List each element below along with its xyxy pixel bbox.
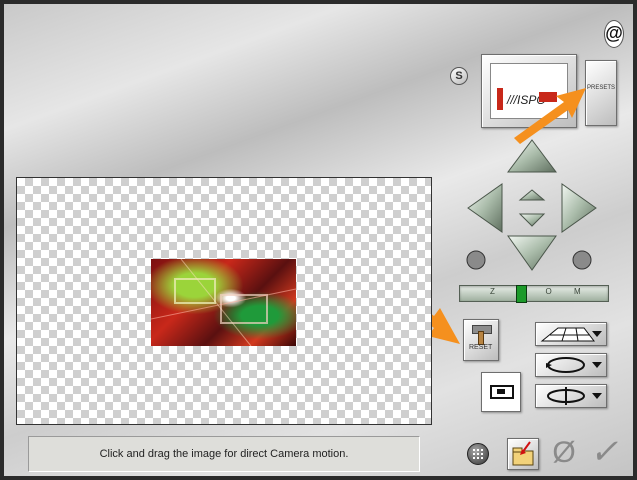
hammer-icon (470, 323, 492, 345)
spin-icon (547, 387, 602, 405)
status-message: Click and drag the image for direct Came… (28, 436, 420, 472)
presets-label: PRESETS (587, 85, 616, 91)
small-down-icon[interactable] (518, 213, 546, 227)
plugin-window: @ S ///ISPO PRESETS Z O O M RESET Click … (4, 4, 633, 476)
triangle-up-icon[interactable] (507, 139, 557, 173)
load-folder-button[interactable] (507, 438, 539, 470)
zoom-slider[interactable]: Z O O M (459, 285, 609, 303)
window-frame: @ S ///ISPO PRESETS Z O O M RESET Click … (0, 0, 637, 480)
reset-label: RESET (469, 344, 493, 351)
small-up-icon[interactable] (518, 189, 546, 201)
grid-dots-icon (473, 449, 483, 459)
grid-mode-icon (540, 327, 602, 342)
frame-button[interactable] (481, 372, 521, 412)
zoom-slider-handle[interactable] (516, 285, 527, 303)
zoom-label: Z O O M (490, 287, 591, 296)
s-badge-button[interactable]: S (450, 67, 468, 85)
highlight-arrow-presets (514, 88, 586, 144)
rotate-left-icon[interactable] (466, 250, 486, 270)
ok-button[interactable]: ✓ (588, 434, 620, 470)
rotate-right-icon[interactable] (572, 250, 592, 270)
preview-image[interactable] (151, 259, 296, 346)
grid-toggle-icon[interactable] (467, 443, 489, 465)
grid-mode-dropdown[interactable] (535, 322, 607, 346)
triangle-right-icon[interactable] (561, 183, 597, 233)
frame-icon (490, 385, 514, 399)
reset-button[interactable]: RESET (463, 319, 499, 361)
folder-arrow-icon (512, 441, 534, 466)
chevron-down-icon (592, 331, 602, 337)
spin-mode-dropdown[interactable] (535, 384, 607, 408)
orbit-mode-dropdown[interactable] (535, 353, 607, 377)
navigation-pad (466, 139, 597, 271)
preview-image-graphic (151, 259, 296, 346)
app-logo-icon[interactable]: @ (604, 20, 624, 48)
triangle-left-icon[interactable] (467, 183, 503, 233)
triangle-down-icon[interactable] (507, 235, 557, 271)
orbit-icon (546, 357, 602, 373)
cancel-button[interactable]: Ø (548, 436, 580, 470)
chevron-down-icon (592, 393, 602, 399)
chevron-down-icon (592, 362, 602, 368)
preview-canvas[interactable] (16, 177, 432, 425)
